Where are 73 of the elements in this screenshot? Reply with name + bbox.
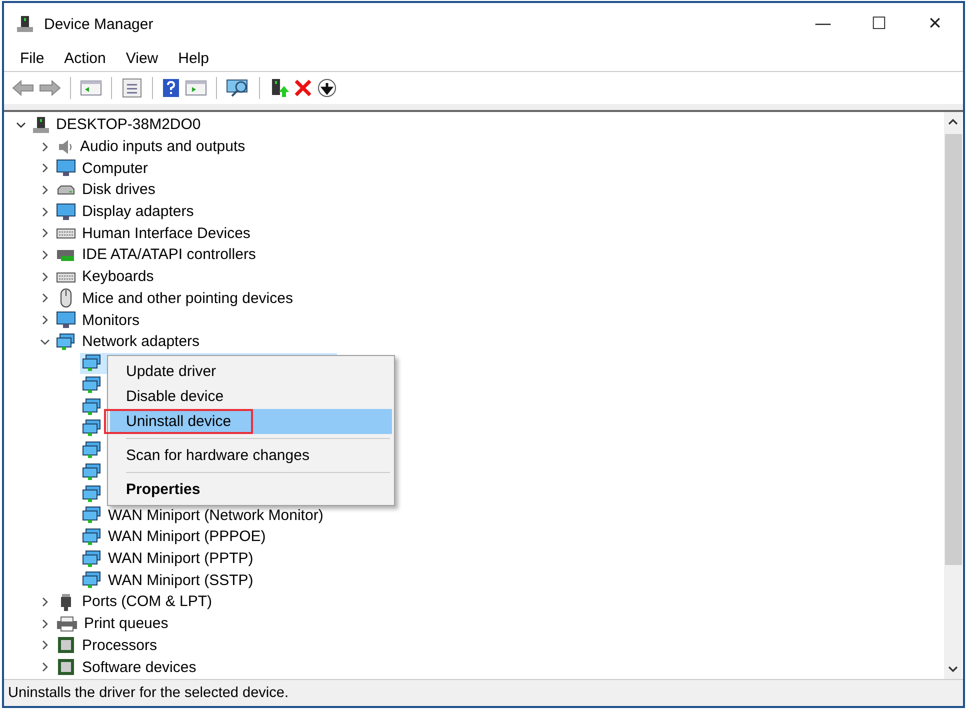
tree-item[interactable]: WAN Miniport (PPTP) xyxy=(108,550,254,568)
tree-item[interactable]: DESKTOP-38M2DO0 xyxy=(56,116,201,134)
expand-chevron-icon[interactable] xyxy=(40,293,50,304)
status-text: Uninstalls the driver for the selected device. xyxy=(8,685,288,701)
monitor-icon xyxy=(56,159,76,178)
expand-chevron-icon[interactable] xyxy=(40,228,50,238)
window-title: Device Manager xyxy=(44,16,154,32)
tree-item[interactable]: Disk drives xyxy=(82,181,156,198)
monitor-icon xyxy=(56,202,76,221)
tree-item[interactable]: Print queues xyxy=(84,615,168,632)
forward-arrow-icon[interactable] xyxy=(39,79,61,97)
chip-icon xyxy=(56,657,76,678)
expand-chevron-icon[interactable] xyxy=(40,640,50,650)
tree-item[interactable]: Computer xyxy=(82,160,148,177)
expand-chevron-icon[interactable] xyxy=(40,163,50,174)
menu-item[interactable]: Disable device xyxy=(110,384,392,409)
menu-item[interactable]: View xyxy=(116,50,168,66)
tree-item[interactable]: WAN Miniport (PPPOE) xyxy=(108,528,266,546)
tree-item[interactable]: Human Interface Devices xyxy=(82,224,250,242)
expand-chevron-icon[interactable] xyxy=(40,618,50,629)
menu-item[interactable]: Scan for hardware changes xyxy=(110,443,392,468)
tree-item[interactable]: Keyboards xyxy=(82,268,154,286)
tree-item[interactable]: Ports (COM & LPT) xyxy=(82,593,212,610)
tree-item[interactable]: WAN Miniport (Network Monitor) xyxy=(108,506,324,524)
scroll-up-icon[interactable] xyxy=(948,118,958,126)
scrollbar[interactable] xyxy=(944,112,962,679)
tree-item[interactable]: Network adapters xyxy=(82,333,200,350)
computer-icon xyxy=(32,116,50,134)
scroll-down-icon[interactable] xyxy=(948,665,958,673)
expand-chevron-icon[interactable] xyxy=(40,184,50,195)
tree-item[interactable]: Software devices xyxy=(82,658,196,676)
monitor-icon xyxy=(56,311,76,330)
close-button[interactable]: ✕ xyxy=(907,4,963,44)
update-driver-icon[interactable] xyxy=(269,78,289,98)
expand-chevron-icon[interactable] xyxy=(40,662,50,672)
menu-item[interactable]: Help xyxy=(168,50,219,66)
expand-chevron-icon[interactable] xyxy=(40,272,50,282)
collapse-chevron-icon[interactable] xyxy=(40,336,50,347)
expand-chevron-icon[interactable] xyxy=(40,142,50,152)
printer-icon xyxy=(56,614,78,633)
scrollbar-thumb[interactable] xyxy=(944,134,962,565)
pane-icon[interactable] xyxy=(80,79,102,97)
expand-chevron-icon[interactable] xyxy=(40,206,50,217)
tree-item[interactable]: Processors xyxy=(82,636,158,654)
computer-icon xyxy=(16,15,34,33)
expand-chevron-icon[interactable] xyxy=(40,250,50,260)
menu-item[interactable]: Update driver xyxy=(110,359,392,384)
menu-item[interactable]: Properties xyxy=(110,477,392,502)
highlight-outline: Uninstall device xyxy=(104,409,254,434)
scan-monitor-icon[interactable] xyxy=(226,78,250,98)
tree-item[interactable]: Mice and other pointing devices xyxy=(82,290,293,307)
tree-item[interactable]: WAN Miniport (SSTP) xyxy=(108,572,254,589)
maximize-button[interactable]: ☐ xyxy=(851,4,907,44)
back-arrow-icon[interactable] xyxy=(12,79,34,97)
tree-item[interactable]: IDE ATA/ATAPI controllers xyxy=(82,246,256,264)
tree-item[interactable]: Display adapters xyxy=(82,203,194,220)
collapse-chevron-icon[interactable] xyxy=(16,120,26,130)
pane-icon[interactable] xyxy=(185,79,207,97)
menu-item[interactable]: File xyxy=(10,50,54,66)
minimize-button[interactable]: — xyxy=(795,4,851,44)
speaker-icon xyxy=(56,138,74,156)
tree-item[interactable]: Monitors xyxy=(82,312,140,329)
close-x-icon[interactable] xyxy=(294,79,312,97)
document-icon[interactable] xyxy=(121,78,143,98)
expand-chevron-icon[interactable] xyxy=(40,315,50,326)
menu-item[interactable]: Action xyxy=(54,50,116,66)
help-icon[interactable] xyxy=(162,78,180,98)
tree-item[interactable]: Audio inputs and outputs xyxy=(80,138,246,156)
network-icon xyxy=(56,332,76,351)
expand-chevron-icon[interactable] xyxy=(40,596,50,607)
network-icon xyxy=(82,354,102,372)
chip-icon xyxy=(56,635,76,656)
down-arrow-circle-icon[interactable] xyxy=(317,78,337,98)
